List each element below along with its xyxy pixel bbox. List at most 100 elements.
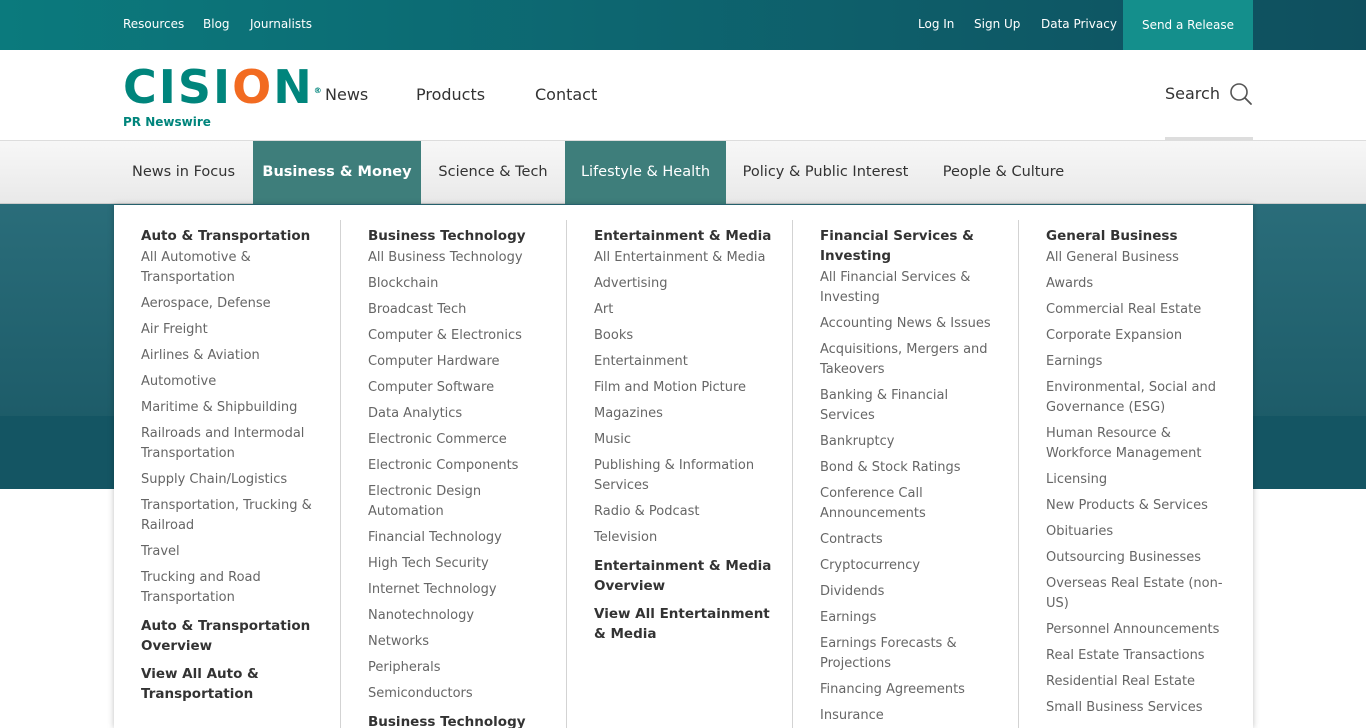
menu-item[interactable]: Advertising (594, 274, 772, 294)
menu-item[interactable]: Aerospace, Defense (141, 294, 320, 314)
menu-item[interactable]: Railroads and Intermodal Transportation (141, 424, 320, 464)
menu-item[interactable]: Supply Chain/Logistics (141, 470, 320, 490)
menu-item[interactable]: Publishing & Information Services (594, 456, 772, 496)
overview-link[interactable]: Auto & Transportation Overview (141, 616, 320, 656)
menu-item[interactable]: Real Estate Transactions (1046, 646, 1233, 666)
menu-item[interactable]: Electronic Commerce (368, 430, 546, 450)
nav-products[interactable]: Products (416, 85, 485, 104)
menu-item[interactable]: Insurance (820, 706, 998, 726)
menu-item[interactable]: Bankruptcy (820, 432, 998, 452)
menu-item[interactable]: High Tech Security (368, 554, 546, 574)
menu-item[interactable]: Obituaries (1046, 522, 1233, 542)
journalists-link[interactable]: Journalists (250, 17, 312, 31)
menu-item[interactable]: Licensing (1046, 470, 1233, 490)
log-in-link[interactable]: Log In (918, 17, 954, 31)
tab-news-in-focus[interactable]: News in Focus (114, 141, 253, 204)
tab-lifestyle-health[interactable]: Lifestyle & Health (565, 141, 726, 204)
menu-item[interactable]: New Products & Services (1046, 496, 1233, 516)
send-a-release-button[interactable]: Send a Release (1123, 0, 1253, 50)
menu-item[interactable]: Peripherals (368, 658, 546, 678)
menu-column-financial: Financial Services & Investing All Finan… (792, 220, 1018, 728)
menu-item[interactable]: Networks (368, 632, 546, 652)
menu-item[interactable]: Broadcast Tech (368, 300, 546, 320)
tab-policy-public-interest[interactable]: Policy & Public Interest (726, 141, 925, 204)
menu-item[interactable]: Computer Software (368, 378, 546, 398)
menu-item[interactable]: Financing Agreements (820, 680, 998, 700)
menu-item[interactable]: Data Analytics (368, 404, 546, 424)
menu-item[interactable]: All Business Technology (368, 248, 546, 268)
view-all-link[interactable]: View All Auto & Transportation (141, 664, 320, 704)
menu-item[interactable]: Acquisitions, Mergers and Takeovers (820, 340, 998, 380)
menu-item[interactable]: Internet Technology (368, 580, 546, 600)
menu-item[interactable]: Art (594, 300, 772, 320)
overview-link[interactable]: Business Technology (368, 712, 546, 728)
menu-item[interactable]: Banking & Financial Services (820, 386, 998, 426)
menu-item[interactable]: Transportation, Trucking & Railroad (141, 496, 320, 536)
menu-item[interactable]: Magazines (594, 404, 772, 424)
menu-item[interactable]: Accounting News & Issues (820, 314, 998, 334)
menu-item[interactable]: Film and Motion Picture (594, 378, 772, 398)
menu-item[interactable]: Nanotechnology (368, 606, 546, 626)
menu-item[interactable]: Human Resource & Workforce Management (1046, 424, 1233, 464)
menu-item[interactable]: Corporate Expansion (1046, 326, 1233, 346)
cision-logo[interactable]: CISION® PR Newswire (123, 61, 324, 129)
menu-item[interactable]: Books (594, 326, 772, 346)
menu-item[interactable]: Earnings (1046, 352, 1233, 372)
resources-link[interactable]: Resources (123, 17, 184, 31)
menu-item[interactable]: Bond & Stock Ratings (820, 458, 998, 478)
menu-item[interactable]: Overseas Real Estate (non-US) (1046, 574, 1233, 614)
column-title[interactable]: Entertainment & Media (594, 226, 772, 246)
menu-item[interactable]: Awards (1046, 274, 1233, 294)
menu-item[interactable]: Environmental, Social and Governance (ES… (1046, 378, 1233, 418)
data-privacy-link[interactable]: Data Privacy (1041, 17, 1117, 31)
tab-business-money[interactable]: Business & Money (253, 141, 421, 204)
menu-item[interactable]: Maritime & Shipbuilding (141, 398, 320, 418)
menu-item[interactable]: Radio & Podcast (594, 502, 772, 522)
menu-item[interactable]: Electronic Components (368, 456, 546, 476)
menu-item[interactable]: Conference Call Announcements (820, 484, 998, 524)
menu-item[interactable]: Automotive (141, 372, 320, 392)
menu-item[interactable]: Personnel Announcements (1046, 620, 1233, 640)
menu-item[interactable]: Television (594, 528, 772, 548)
menu-item[interactable]: Small Business Services (1046, 698, 1233, 718)
nav-contact[interactable]: Contact (535, 85, 597, 104)
menu-item[interactable]: Financial Technology (368, 528, 546, 548)
column-title[interactable]: Auto & Transportation (141, 226, 320, 246)
column-title[interactable]: Financial Services & Investing (820, 226, 998, 266)
menu-item[interactable]: Airlines & Aviation (141, 346, 320, 366)
menu-item[interactable]: Earnings Forecasts & Projections (820, 634, 998, 674)
tab-people-culture[interactable]: People & Culture (925, 141, 1082, 204)
column-title[interactable]: Business Technology (368, 226, 546, 246)
column-list: All Entertainment & Media Advertising Art B… (594, 248, 772, 548)
menu-item[interactable]: Commercial Real Estate (1046, 300, 1233, 320)
overview-link[interactable]: Entertainment & Media Overview (594, 556, 772, 596)
menu-item[interactable]: Music (594, 430, 772, 450)
menu-item[interactable]: All Entertainment & Media (594, 248, 772, 268)
menu-item[interactable]: Residential Real Estate (1046, 672, 1233, 692)
menu-item[interactable]: Dividends (820, 582, 998, 602)
menu-item[interactable]: Computer Hardware (368, 352, 546, 372)
search-button[interactable]: Search (1165, 80, 1253, 140)
tab-science-tech[interactable]: Science & Tech (421, 141, 565, 204)
menu-item[interactable]: Electronic Design Automation (368, 482, 546, 522)
menu-item[interactable]: Travel (141, 542, 320, 562)
menu-item[interactable]: Computer & Electronics (368, 326, 546, 346)
menu-column-auto: Auto & Transportation All Automotive & T… (114, 220, 340, 728)
menu-item[interactable]: Semiconductors (368, 684, 546, 704)
sign-up-link[interactable]: Sign Up (974, 17, 1020, 31)
menu-item[interactable]: All General Business (1046, 248, 1233, 268)
menu-item[interactable]: Trucking and Road Transportation (141, 568, 320, 608)
menu-item[interactable]: Air Freight (141, 320, 320, 340)
view-all-link[interactable]: View All Entertainment & Media (594, 604, 772, 644)
menu-item[interactable]: All Automotive & Transportation (141, 248, 320, 288)
menu-item[interactable]: Earnings (820, 608, 998, 628)
menu-item[interactable]: Entertainment (594, 352, 772, 372)
menu-item[interactable]: Cryptocurrency (820, 556, 998, 576)
menu-item[interactable]: Blockchain (368, 274, 546, 294)
menu-item[interactable]: Outsourcing Businesses (1046, 548, 1233, 568)
menu-item[interactable]: All Financial Services & Investing (820, 268, 998, 308)
menu-item[interactable]: Contracts (820, 530, 998, 550)
column-title[interactable]: General Business (1046, 226, 1233, 246)
nav-news[interactable]: News (325, 85, 368, 104)
blog-link[interactable]: Blog (203, 17, 230, 31)
